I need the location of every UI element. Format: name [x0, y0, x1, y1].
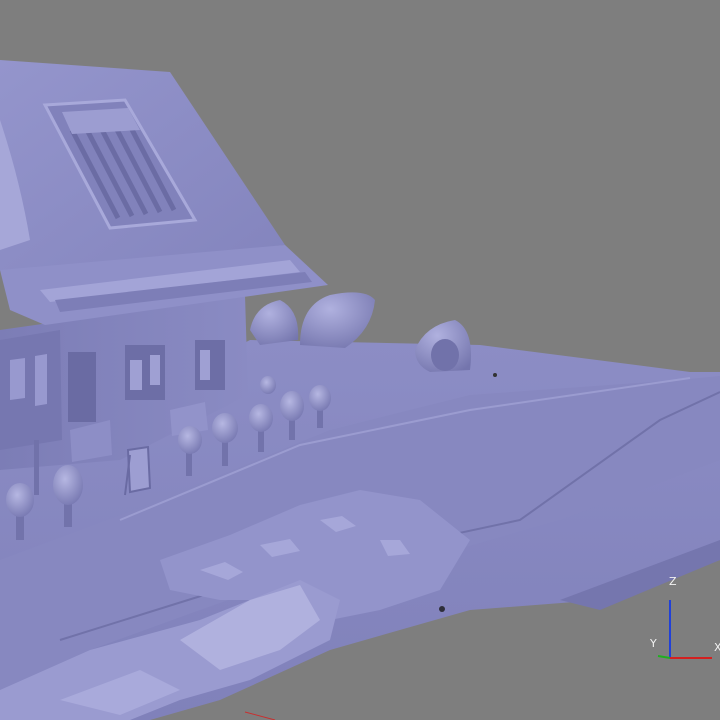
axis-gizmo: Z Y X: [640, 570, 720, 670]
signboard: [126, 445, 152, 494]
z-axis-label: Z: [669, 575, 677, 588]
3d-viewport[interactable]: Z Y X: [0, 0, 720, 720]
y-axis-label: Y: [650, 637, 657, 650]
window-1: [68, 352, 96, 422]
y-axis-line: [657, 655, 671, 659]
x-axis-label: X: [714, 641, 720, 654]
rock-2: [300, 292, 375, 348]
mesh-render: [0, 60, 720, 720]
rock-1: [250, 300, 299, 345]
